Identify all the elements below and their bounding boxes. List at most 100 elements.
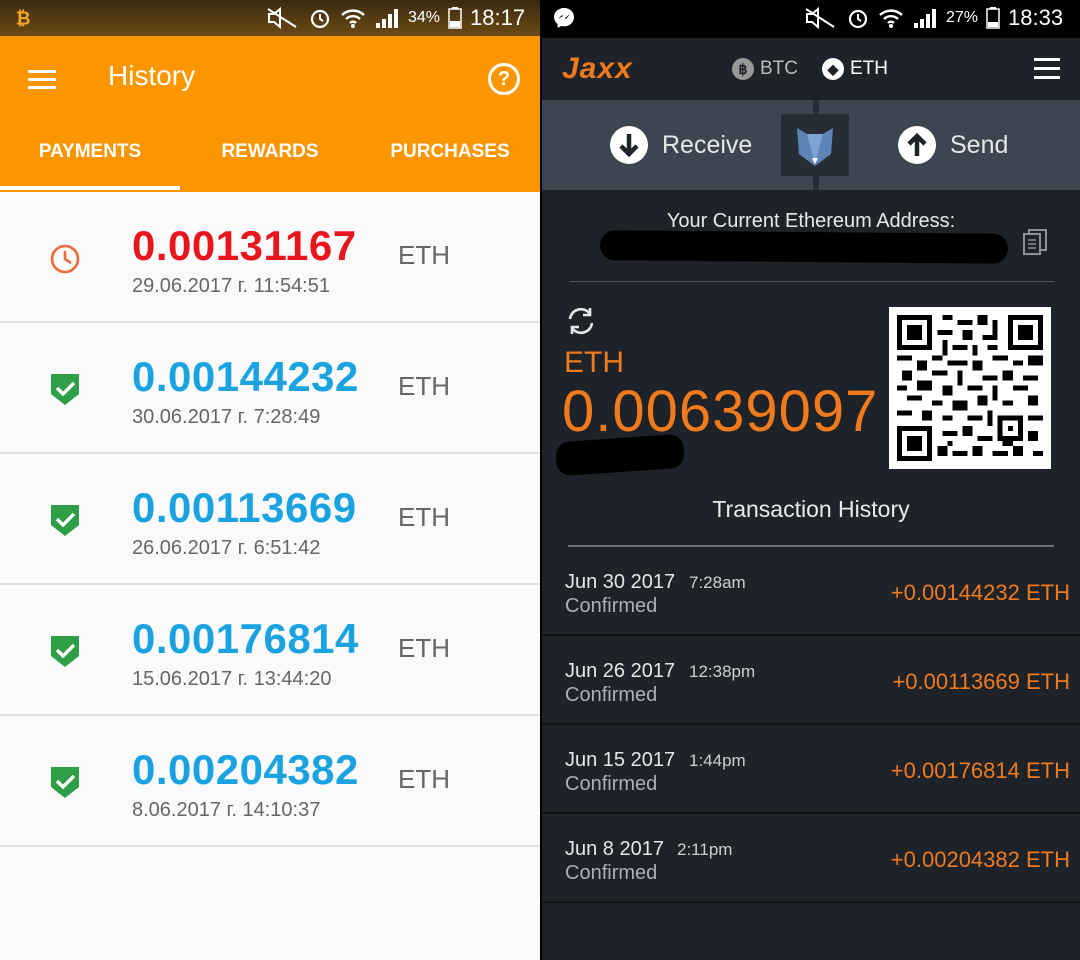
payment-date: 30.06.2017 г. 7:28:49 bbox=[132, 406, 321, 428]
payment-date: 15.06.2017 г. 13:44:20 bbox=[132, 668, 332, 690]
wifi-icon bbox=[879, 9, 903, 28]
history-screen: ₿ 34% 18:17 History ? PAYMENTS REWARDS P… bbox=[0, 0, 540, 960]
coin-btc-button[interactable]: ฿ BTC bbox=[732, 58, 798, 80]
payment-amount: 0.00144232 bbox=[132, 353, 359, 400]
table-row[interactable]: Jun 30 2017 7:28am Confirmed +0.00144232… bbox=[542, 547, 1080, 636]
help-icon[interactable]: ? bbox=[488, 63, 520, 95]
messenger-icon bbox=[554, 8, 574, 28]
coin-label: ETH bbox=[850, 58, 888, 79]
table-row[interactable]: Jun 8 2017 2:11pm Confirmed +0.00204382 … bbox=[542, 814, 1080, 903]
bitcoin-notification-icon: ₿ bbox=[16, 8, 31, 29]
payment-unit: ETH bbox=[398, 633, 450, 663]
payment-unit: ETH bbox=[398, 240, 450, 270]
clock-time: 18:17 bbox=[470, 5, 526, 30]
battery-icon bbox=[448, 7, 462, 29]
battery-icon bbox=[986, 7, 1000, 29]
status-bar: 27% 18:33 bbox=[542, 0, 1080, 38]
list-item[interactable]: 0.00144232 ETH 30.06.2017 г. 7:28:49 bbox=[0, 323, 540, 454]
tx-amount: +0.00144232 ETH bbox=[890, 580, 1070, 605]
eth-icon: ◆ bbox=[822, 58, 844, 80]
transaction-list: Jun 30 2017 7:28am Confirmed +0.00144232… bbox=[542, 547, 1080, 903]
signal-icon bbox=[376, 9, 398, 28]
tx-date: Jun 15 2017 bbox=[565, 749, 676, 771]
payment-amount: 0.00176814 bbox=[132, 615, 359, 662]
refresh-icon[interactable] bbox=[564, 304, 598, 338]
clock-time: 18:33 bbox=[1008, 5, 1064, 30]
payment-amount: 0.00131167 bbox=[132, 222, 357, 269]
transaction-history-title: Transaction History bbox=[712, 496, 910, 522]
copy-icon[interactable] bbox=[1022, 228, 1048, 256]
tx-amount: +0.00113669 ETH bbox=[892, 669, 1070, 694]
shield-check-icon bbox=[51, 767, 79, 798]
battery-percent: 34% bbox=[408, 9, 441, 26]
shield-check-icon bbox=[51, 636, 79, 667]
table-row[interactable]: Jun 26 2017 12:38pm Confirmed +0.0011366… bbox=[542, 636, 1080, 725]
battery-percent: 27% bbox=[946, 9, 979, 26]
table-row[interactable]: Jun 15 2017 1:44pm Confirmed +0.00176814… bbox=[542, 725, 1080, 814]
clock-icon bbox=[50, 244, 80, 274]
tx-status: Confirmed bbox=[565, 773, 658, 795]
signal-icon bbox=[914, 9, 936, 28]
payments-list: 0.00131167 ETH 29.06.2017 г. 11:54:51 0.… bbox=[0, 192, 540, 847]
coin-eth-button[interactable]: ◆ ETH bbox=[822, 58, 888, 80]
mute-icon bbox=[267, 7, 297, 29]
app-bar: History ? PAYMENTS REWARDS PURCHASES bbox=[0, 36, 540, 192]
jaxx-logo: Jaxx bbox=[562, 52, 633, 85]
arrow-up-icon bbox=[898, 126, 936, 164]
payment-amount: 0.00204382 bbox=[132, 746, 359, 793]
tx-status: Confirmed bbox=[565, 862, 658, 884]
shapeshift-fox-button[interactable] bbox=[781, 114, 849, 176]
tx-time: 12:38pm bbox=[689, 662, 756, 681]
active-tab-indicator bbox=[0, 186, 180, 190]
tx-amount: +0.00204382 ETH bbox=[890, 847, 1070, 872]
tx-time: 2:11pm bbox=[677, 840, 733, 859]
receive-button[interactable]: Receive bbox=[610, 126, 752, 164]
tx-status: Confirmed bbox=[565, 684, 658, 706]
list-item[interactable]: 0.00131167 ETH 29.06.2017 г. 11:54:51 bbox=[0, 192, 540, 323]
tx-date: Jun 26 2017 bbox=[565, 660, 676, 682]
wallet-header: Jaxx ฿ BTC ◆ ETH bbox=[542, 38, 1080, 100]
qr-code-image bbox=[897, 315, 1043, 461]
list-item[interactable]: 0.00176814 ETH 15.06.2017 г. 13:44:20 bbox=[0, 585, 540, 716]
jaxx-wallet-screen: 27% 18:33 Jaxx ฿ BTC ◆ ETH Receive Send … bbox=[542, 0, 1080, 960]
list-item[interactable]: 0.00113669 ETH 26.06.2017 г. 6:51:42 bbox=[0, 454, 540, 585]
menu-icon[interactable] bbox=[28, 70, 56, 90]
payment-unit: ETH bbox=[398, 371, 450, 401]
send-button[interactable]: Send bbox=[898, 126, 1008, 164]
tx-date: Jun 8 2017 bbox=[565, 838, 664, 860]
address-redaction bbox=[599, 230, 1009, 264]
payment-date: 29.06.2017 г. 11:54:51 bbox=[132, 275, 330, 297]
payment-date: 8.06.2017 г. 14:10:37 bbox=[132, 799, 321, 821]
tx-time: 7:28am bbox=[689, 573, 746, 592]
shield-check-icon bbox=[51, 374, 79, 405]
alarm-icon bbox=[848, 9, 868, 29]
status-bar: ₿ 34% 18:17 bbox=[0, 0, 540, 36]
shield-check-icon bbox=[51, 505, 79, 536]
tx-time: 1:44pm bbox=[689, 751, 746, 770]
payment-unit: ETH bbox=[398, 502, 450, 532]
balance-value: 0.00639097 bbox=[562, 379, 879, 444]
list-item[interactable]: 0.00204382 ETH 8.06.2017 г. 14:10:37 bbox=[0, 716, 540, 847]
payment-date: 26.06.2017 г. 6:51:42 bbox=[132, 537, 321, 559]
menu-icon[interactable] bbox=[1034, 58, 1060, 85]
svg-text:₿: ₿ bbox=[16, 8, 31, 29]
btc-icon: ฿ bbox=[732, 58, 754, 80]
fox-icon bbox=[797, 128, 833, 166]
alarm-icon bbox=[310, 9, 330, 29]
tx-amount: +0.00176814 ETH bbox=[890, 758, 1070, 783]
tab-purchases[interactable]: PURCHASES bbox=[360, 141, 540, 163]
send-label: Send bbox=[950, 130, 1009, 159]
payment-amount: 0.00113669 bbox=[132, 484, 357, 531]
tx-status: Confirmed bbox=[565, 595, 658, 617]
page-title: History bbox=[108, 60, 196, 91]
qr-code[interactable] bbox=[889, 307, 1051, 469]
balance-unit: ETH bbox=[564, 346, 624, 379]
tab-rewards[interactable]: REWARDS bbox=[180, 141, 360, 163]
tab-payments[interactable]: PAYMENTS bbox=[0, 141, 180, 163]
payment-unit: ETH bbox=[398, 764, 450, 794]
arrow-down-icon bbox=[610, 126, 648, 164]
mute-icon bbox=[805, 7, 835, 29]
tx-date: Jun 30 2017 bbox=[565, 571, 676, 593]
coin-label: BTC bbox=[760, 58, 798, 79]
receive-label: Receive bbox=[662, 130, 753, 159]
